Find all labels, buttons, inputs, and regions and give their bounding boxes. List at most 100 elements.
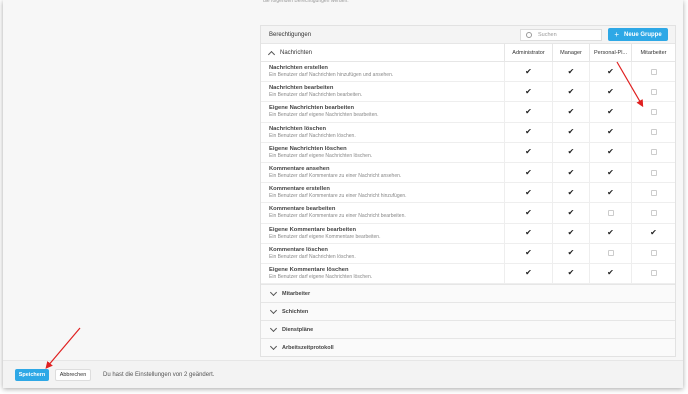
checkmark-icon[interactable]: ✔ — [607, 128, 614, 136]
checkmark-icon[interactable]: ✔ — [525, 67, 532, 76]
checkmark-icon[interactable]: ✔ — [607, 168, 614, 177]
empty-checkbox[interactable] — [650, 169, 657, 176]
checkmark-icon[interactable]: ✔ — [525, 188, 532, 197]
checkbox-cell-administrator[interactable]: ✔ — [504, 203, 552, 223]
checkbox-cell-personal-planer[interactable]: ✔ — [589, 263, 631, 284]
save-button[interactable]: Speichern — [15, 368, 49, 381]
checkbox-cell-mitarbeiter[interactable] — [631, 203, 675, 223]
checkbox-cell-personal-planer[interactable]: ✔ — [589, 82, 631, 102]
checkmark-icon[interactable]: ✔ — [568, 67, 575, 76]
checkbox-cell-personal-planer[interactable]: ✔ — [589, 183, 631, 203]
checkmark-icon[interactable]: ✔ — [568, 128, 575, 136]
checkmark-icon[interactable]: ✔ — [568, 229, 575, 237]
checkmark-icon[interactable]: ✔ — [525, 128, 532, 136]
section-header[interactable]: Arbeitszeitprotokoll — [261, 338, 675, 357]
checkbox-cell-personal-planer[interactable]: ✔ — [589, 142, 631, 162]
checkmark-icon[interactable]: ✔ — [607, 269, 614, 277]
checkbox-cell-mitarbeiter[interactable]: ✔ — [631, 223, 675, 243]
checkbox-cell-mitarbeiter[interactable] — [631, 243, 675, 263]
checkmark-icon[interactable]: ✔ — [525, 229, 532, 237]
empty-checkbox[interactable] — [650, 209, 657, 216]
checkmark-icon[interactable]: ✔ — [607, 188, 614, 197]
new-group-button[interactable]: + Neue Gruppe — [608, 28, 668, 41]
empty-checkbox[interactable] — [650, 129, 657, 136]
checkbox-cell-mitarbeiter[interactable] — [631, 122, 675, 142]
checkbox-cell-personal-planer[interactable]: ✔ — [589, 62, 631, 82]
checkbox-cell-administrator[interactable]: ✔ — [504, 102, 552, 122]
checkbox-cell-manager[interactable]: ✔ — [552, 142, 589, 162]
checkmark-icon[interactable]: ✔ — [525, 87, 532, 96]
checkbox-cell-personal-planer[interactable]: ✔ — [589, 102, 631, 122]
permission-row: Nachrichten erstellen Ein Benutzer darf N… — [261, 62, 675, 83]
checkbox-cell-mitarbeiter[interactable] — [631, 263, 675, 284]
checkbox-cell-administrator[interactable]: ✔ — [504, 263, 552, 284]
cancel-button[interactable]: Abbrechen — [55, 368, 91, 381]
checkbox-cell-manager[interactable]: ✔ — [552, 162, 589, 183]
checkmark-icon[interactable]: ✔ — [568, 168, 575, 177]
checkmark-icon[interactable]: ✔ — [568, 188, 575, 197]
empty-checkbox[interactable] — [650, 189, 657, 196]
checkmark-icon[interactable]: ✔ — [650, 229, 657, 237]
checkmark-icon[interactable]: ✔ — [525, 249, 532, 257]
checkmark-icon[interactable]: ✔ — [607, 148, 614, 156]
checkmark-icon[interactable]: ✔ — [568, 148, 575, 156]
search-input[interactable]: Suchen — [520, 29, 602, 41]
checkbox-cell-personal-planer[interactable] — [589, 243, 631, 263]
empty-checkbox[interactable] — [650, 250, 657, 257]
checkbox-cell-manager[interactable]: ✔ — [552, 183, 589, 203]
empty-checkbox[interactable] — [650, 149, 657, 156]
empty-checkbox[interactable] — [650, 88, 657, 95]
checkbox-cell-manager[interactable]: ✔ — [552, 263, 589, 284]
checkbox-cell-manager[interactable]: ✔ — [552, 203, 589, 223]
checkmark-icon[interactable]: ✔ — [568, 107, 575, 116]
checkmark-icon[interactable]: ✔ — [568, 208, 575, 217]
checkbox-cell-administrator[interactable]: ✔ — [504, 223, 552, 243]
checkmark-icon[interactable]: ✔ — [525, 168, 532, 177]
checkmark-icon[interactable]: ✔ — [607, 67, 614, 76]
checkbox-cell-manager[interactable]: ✔ — [552, 243, 589, 263]
checkbox-cell-administrator[interactable]: ✔ — [504, 122, 552, 142]
checkbox-cell-manager[interactable]: ✔ — [552, 122, 589, 142]
checkbox-cell-mitarbeiter[interactable] — [631, 183, 675, 203]
checkbox-cell-manager[interactable]: ✔ — [552, 102, 589, 122]
checkbox-cell-personal-planer[interactable] — [589, 203, 631, 223]
checkbox-cell-administrator[interactable]: ✔ — [504, 82, 552, 102]
checkmark-icon[interactable]: ✔ — [568, 249, 575, 257]
checkbox-cell-personal-planer[interactable]: ✔ — [589, 162, 631, 183]
checkbox-cell-manager[interactable]: ✔ — [552, 223, 589, 243]
checkmark-icon[interactable]: ✔ — [525, 269, 532, 277]
checkbox-cell-manager[interactable]: ✔ — [552, 62, 589, 82]
checkmark-icon[interactable]: ✔ — [568, 87, 575, 96]
group-header-nachrichten[interactable]: Nachrichten Administrator Manager Person… — [261, 44, 675, 62]
empty-checkbox[interactable] — [650, 270, 657, 277]
checkbox-cell-mitarbeiter[interactable] — [631, 82, 675, 102]
checkbox-cell-administrator[interactable]: ✔ — [504, 142, 552, 162]
checkmark-icon[interactable]: ✔ — [525, 148, 532, 156]
checkmark-icon[interactable]: ✔ — [525, 107, 532, 116]
section-label: Dienstpläne — [282, 326, 314, 333]
checkmark-icon[interactable]: ✔ — [607, 87, 614, 96]
checkmark-icon[interactable]: ✔ — [568, 269, 575, 277]
checkbox-cell-mitarbeiter[interactable] — [631, 162, 675, 183]
checkbox-cell-mitarbeiter[interactable] — [631, 142, 675, 162]
checkbox-cell-administrator[interactable]: ✔ — [504, 243, 552, 263]
checkbox-cell-personal-planer[interactable]: ✔ — [589, 122, 631, 142]
empty-checkbox[interactable] — [650, 68, 657, 75]
checkbox-cell-administrator[interactable]: ✔ — [504, 62, 552, 82]
checkbox-cell-personal-planer[interactable]: ✔ — [589, 223, 631, 243]
checkmark-icon[interactable]: ✔ — [607, 229, 614, 237]
checkmark-icon[interactable]: ✔ — [525, 208, 532, 217]
empty-checkbox[interactable] — [650, 108, 657, 115]
chevron-down-icon — [269, 288, 278, 296]
checkbox-cell-administrator[interactable]: ✔ — [504, 183, 552, 203]
checkbox-cell-mitarbeiter[interactable] — [631, 62, 675, 82]
section-header[interactable]: Mitarbeiter — [261, 284, 675, 303]
checkmark-icon[interactable]: ✔ — [607, 107, 614, 116]
checkbox-cell-mitarbeiter[interactable] — [631, 102, 675, 122]
empty-checkbox[interactable] — [607, 250, 614, 257]
empty-checkbox[interactable] — [607, 209, 614, 216]
checkbox-cell-administrator[interactable]: ✔ — [504, 162, 552, 183]
checkbox-cell-manager[interactable]: ✔ — [552, 82, 589, 102]
section-header[interactable]: Dienstpläne — [261, 320, 675, 339]
section-header[interactable]: Schichten — [261, 302, 675, 321]
